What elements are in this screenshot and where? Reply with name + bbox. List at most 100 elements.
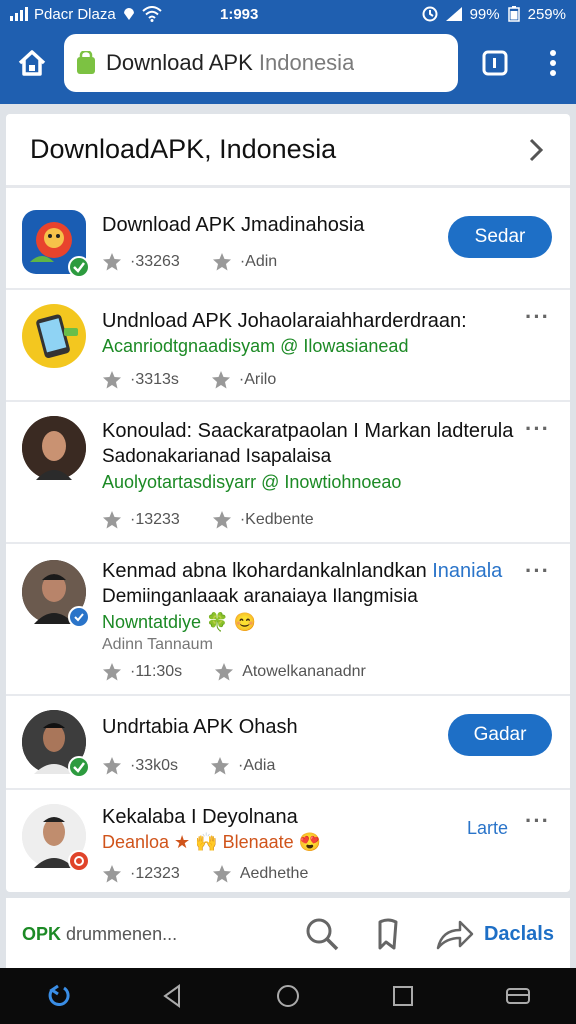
address-row: Download APK Indonesia — [0, 32, 576, 94]
page-card: DownloadAPK, Indonesia Download APK Jmad… — [6, 114, 570, 892]
item-title: Konoulad: Saackaratpaolan I Markan ladte… — [102, 420, 514, 442]
star-icon — [103, 511, 121, 529]
star-icon — [212, 253, 231, 271]
star-icon — [103, 253, 121, 271]
list-item[interactable]: Download APK Jmadinahosia ·33263 ·Adin S… — [6, 194, 570, 290]
star-icon — [212, 865, 231, 883]
item-title: Kenmad abna lkohardankalnlandkan Inanial… — [102, 560, 502, 583]
item-subtitle: Demiinganlaaak aranaiaya Ilangmisia — [102, 586, 418, 607]
item-tagline: Deanloa ★ 🙌 Blenaate 😍 — [102, 832, 322, 852]
chevron-right-icon — [529, 138, 544, 161]
url-dim: Indonesia — [258, 50, 355, 75]
more-options-icon[interactable]: ··· — [525, 304, 550, 330]
live-badge-icon — [68, 850, 90, 872]
status-time: 1:993 — [220, 5, 259, 23]
item-stat-2: ·Kedbente — [239, 511, 314, 528]
location-icon — [123, 8, 134, 20]
battery-right-label: 259% — [527, 5, 566, 23]
battery-left-label: 99% — [469, 5, 500, 23]
more-options-icon[interactable]: ··· — [525, 558, 550, 584]
item-author: Adinn Tannaum — [102, 636, 213, 653]
cell-signal-icon — [445, 7, 462, 21]
item-title-text: Kenmad abna lkohardankalnlandkan — [102, 560, 427, 582]
item-action-button[interactable]: Gadar — [448, 714, 552, 756]
avatar — [22, 210, 90, 278]
avatar — [22, 804, 90, 872]
avatar — [22, 560, 90, 628]
item-stat-2: Atowelkananadnr — [242, 663, 366, 680]
rotate-icon[interactable] — [44, 982, 72, 1010]
item-title: Undrtabia APK Ohash — [102, 716, 298, 738]
bookmark-icon[interactable] — [368, 914, 408, 954]
item-stat-2: ·Adin — [239, 253, 278, 270]
item-stat-1: ·11:30s — [130, 663, 183, 680]
share-icon[interactable] — [434, 914, 474, 954]
item-stat-1: ·13233 — [130, 511, 180, 528]
url-text: Download APK Indonesia — [106, 50, 354, 76]
compose-field[interactable]: OPK drummenen... — [22, 924, 177, 945]
overflow-menu-button[interactable] — [530, 32, 576, 94]
more-vertical-icon — [550, 50, 556, 76]
item-stat-1: ·12323 — [130, 865, 180, 882]
more-options-icon[interactable]: ··· — [525, 808, 550, 834]
phone-app-icon — [36, 314, 78, 359]
avatar — [22, 304, 86, 368]
item-tagline: Acanriodtgnaadisyam @ Ilowasianead — [102, 336, 409, 356]
alarm-icon — [422, 6, 438, 22]
item-stat-2: ·Adia — [238, 757, 276, 774]
compose-placeholder: drummenen... — [66, 923, 178, 944]
list-item[interactable]: Konoulad: Saackaratpaolan I Markan ladte… — [6, 402, 570, 544]
address-bar[interactable]: Download APK Indonesia — [64, 34, 458, 92]
star-icon — [215, 663, 234, 681]
item-title-highlight[interactable]: Inaniala — [432, 560, 502, 582]
item-subtitle: Sadonakarianad Isapalaisa — [102, 446, 332, 467]
list-item[interactable]: Undrtabia APK Ohash ·33k0s ·Adia Gadar — [6, 696, 570, 790]
keyboard-toggle-icon[interactable] — [504, 982, 532, 1010]
download-link[interactable]: Daclals — [484, 923, 554, 946]
back-icon[interactable] — [159, 982, 187, 1010]
more-options-icon[interactable]: ··· — [525, 416, 550, 442]
bottom-action-bar: OPK drummenen... Daclals — [6, 898, 570, 970]
carrier-label: Pdacr Dlaza — [34, 5, 116, 23]
home-button[interactable] — [0, 32, 64, 94]
list-item[interactable]: Undnload APK Johaolaraiahharderdraan: Ac… — [6, 290, 570, 402]
item-action-button[interactable]: Sedar — [448, 216, 552, 258]
verified-badge-icon — [68, 256, 90, 278]
person-avatar-icon — [22, 416, 86, 480]
home-icon — [18, 50, 46, 76]
item-title: Undnload APK Johaolaraiahharderdraan: — [102, 310, 467, 332]
item-stat-2: Aedhethe — [239, 865, 309, 882]
star-icon — [211, 371, 230, 389]
compose-prefix: OPK — [22, 923, 62, 944]
battery-icon — [507, 6, 520, 22]
item-title: Kekalaba I Deyolnana — [102, 806, 298, 828]
tabs-button[interactable] — [460, 32, 530, 94]
avatar — [22, 416, 86, 480]
item-tagline: Nowntatdiye 🍀 😊 — [102, 612, 256, 632]
page-title: DownloadAPK, Indonesia — [30, 134, 337, 164]
item-stat-1: ·33k0s — [130, 757, 179, 774]
home-nav-icon[interactable] — [274, 982, 302, 1010]
star-icon — [103, 865, 121, 883]
item-stat-2: ·Arilo — [238, 371, 277, 388]
list-item[interactable]: Kenmad abna lkohardankalnlandkan Inanial… — [6, 544, 570, 696]
recents-icon[interactable] — [389, 982, 417, 1010]
signal-icon — [10, 7, 28, 21]
later-link[interactable]: Larte — [467, 818, 508, 839]
item-meta: ·33263 ·Adin — [102, 252, 277, 272]
item-meta: ·33k0s ·Adia — [102, 756, 275, 776]
tabs-icon — [482, 50, 508, 76]
page-header[interactable]: DownloadAPK, Indonesia — [6, 114, 570, 188]
list-item[interactable]: Kekalaba I Deyolnana Deanloa ★ 🙌 Blenaat… — [6, 790, 570, 892]
star-icon — [103, 757, 121, 775]
url-main: Download APK — [106, 50, 253, 75]
verified-badge-icon — [68, 756, 90, 778]
item-tagline: Auolyotartasdisyarr @ Inowtiohnoeao — [102, 472, 402, 492]
avatar — [22, 710, 90, 778]
item-meta: ·3313s ·Arilo — [102, 370, 276, 390]
search-icon[interactable] — [302, 914, 342, 954]
android-site-icon — [77, 51, 95, 74]
star-icon — [103, 663, 121, 681]
item-stat-1: ·33263 — [130, 253, 180, 270]
star-icon — [103, 371, 121, 389]
